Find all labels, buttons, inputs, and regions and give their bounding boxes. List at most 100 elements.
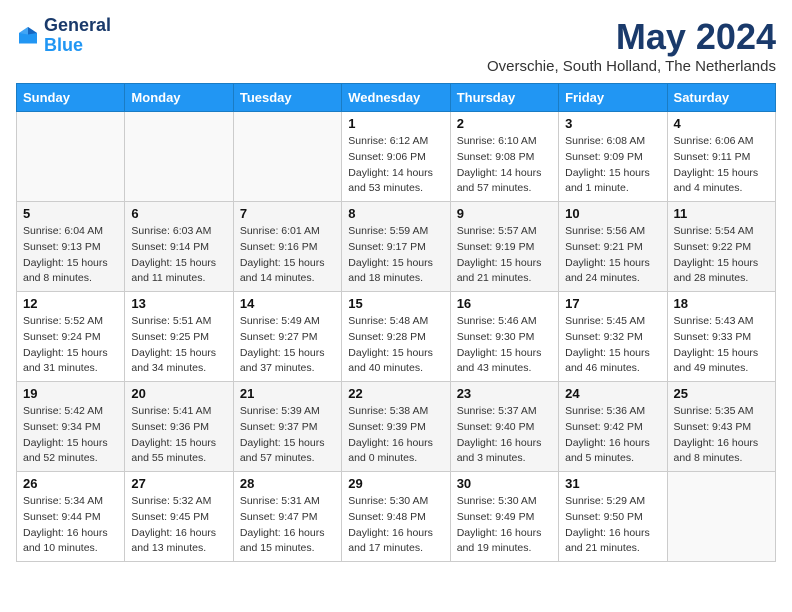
- day-number: 16: [457, 296, 552, 311]
- calendar-body: 1Sunrise: 6:12 AMSunset: 9:06 PMDaylight…: [17, 112, 776, 562]
- calendar-cell: 31 Sunrise: 5:29 AMSunset: 9:50 PMDayligh…: [559, 472, 667, 562]
- logo: General Blue: [16, 16, 111, 56]
- header-monday: Monday: [125, 84, 233, 112]
- calendar-cell: 14 Sunrise: 5:49 AMSunset: 9:27 PMDayligh…: [233, 292, 341, 382]
- week-row-1: 1Sunrise: 6:12 AMSunset: 9:06 PMDaylight…: [17, 112, 776, 202]
- day-number: 2: [457, 116, 552, 131]
- calendar-cell: 30 Sunrise: 5:30 AMSunset: 9:49 PMDayligh…: [450, 472, 558, 562]
- calendar-cell: 12 Sunrise: 5:52 AMSunset: 9:24 PMDayligh…: [17, 292, 125, 382]
- calendar-cell: 28 Sunrise: 5:31 AMSunset: 9:47 PMDayligh…: [233, 472, 341, 562]
- day-number: 6: [131, 206, 226, 221]
- week-row-5: 26 Sunrise: 5:34 AMSunset: 9:44 PMDayligh…: [17, 472, 776, 562]
- week-row-4: 19 Sunrise: 5:42 AMSunset: 9:34 PMDayligh…: [17, 382, 776, 472]
- calendar-cell: 23 Sunrise: 5:37 AMSunset: 9:40 PMDayligh…: [450, 382, 558, 472]
- day-info: Sunrise: 5:30 AMSunset: 9:49 PMDaylight:…: [457, 494, 552, 557]
- day-number: 9: [457, 206, 552, 221]
- day-number: 10: [565, 206, 660, 221]
- day-info: Sunrise: 5:38 AMSunset: 9:39 PMDaylight:…: [348, 404, 443, 467]
- day-info: Sunrise: 5:34 AMSunset: 9:44 PMDaylight:…: [23, 494, 118, 557]
- day-number: 19: [23, 386, 118, 401]
- day-info: Sunrise: 5:29 AMSunset: 9:50 PMDaylight:…: [565, 494, 660, 557]
- day-info: Sunrise: 5:48 AMSunset: 9:28 PMDaylight:…: [348, 314, 443, 377]
- day-number: 30: [457, 476, 552, 491]
- calendar-cell: [667, 472, 775, 562]
- day-info: Sunrise: 5:30 AMSunset: 9:48 PMDaylight:…: [348, 494, 443, 557]
- calendar-cell: 24 Sunrise: 5:36 AMSunset: 9:42 PMDayligh…: [559, 382, 667, 472]
- day-info: Sunrise: 5:52 AMSunset: 9:24 PMDaylight:…: [23, 314, 118, 377]
- day-number: 22: [348, 386, 443, 401]
- calendar-cell: 18Sunrise: 5:43 AMSunset: 9:33 PMDayligh…: [667, 292, 775, 382]
- calendar-cell: 9 Sunrise: 5:57 AMSunset: 9:19 PMDaylight…: [450, 202, 558, 292]
- day-number: 26: [23, 476, 118, 491]
- header-wednesday: Wednesday: [342, 84, 450, 112]
- day-number: 5: [23, 206, 118, 221]
- day-number: 28: [240, 476, 335, 491]
- title-block: May 2024 Overschie, South Holland, The N…: [487, 16, 776, 75]
- calendar-cell: 2 Sunrise: 6:10 AMSunset: 9:08 PMDaylight…: [450, 112, 558, 202]
- logo-icon: [16, 24, 40, 48]
- day-number: 20: [131, 386, 226, 401]
- day-number: 31: [565, 476, 660, 491]
- day-info: Sunrise: 5:35 AMSunset: 9:43 PMDaylight:…: [674, 404, 769, 467]
- day-info: Sunrise: 5:41 AMSunset: 9:36 PMDaylight:…: [131, 404, 226, 467]
- day-number: 13: [131, 296, 226, 311]
- calendar-cell: [17, 112, 125, 202]
- calendar-cell: 15 Sunrise: 5:48 AMSunset: 9:28 PMDayligh…: [342, 292, 450, 382]
- header-tuesday: Tuesday: [233, 84, 341, 112]
- day-info: Sunrise: 5:49 AMSunset: 9:27 PMDaylight:…: [240, 314, 335, 377]
- location-subtitle: Overschie, South Holland, The Netherland…: [487, 58, 776, 75]
- day-info: Sunrise: 6:01 AMSunset: 9:16 PMDaylight:…: [240, 224, 335, 287]
- day-number: 15: [348, 296, 443, 311]
- day-number: 14: [240, 296, 335, 311]
- header-thursday: Thursday: [450, 84, 558, 112]
- day-number: 4: [674, 116, 769, 131]
- day-info: Sunrise: 5:46 AMSunset: 9:30 PMDaylight:…: [457, 314, 552, 377]
- day-number: 17: [565, 296, 660, 311]
- calendar-cell: 16 Sunrise: 5:46 AMSunset: 9:30 PMDayligh…: [450, 292, 558, 382]
- calendar-cell: 10Sunrise: 5:56 AMSunset: 9:21 PMDayligh…: [559, 202, 667, 292]
- day-number: 23: [457, 386, 552, 401]
- calendar-cell: [125, 112, 233, 202]
- calendar-cell: 27Sunrise: 5:32 AMSunset: 9:45 PMDayligh…: [125, 472, 233, 562]
- day-info: Sunrise: 5:32 AMSunset: 9:45 PMDaylight:…: [131, 494, 226, 557]
- day-info: Sunrise: 5:42 AMSunset: 9:34 PMDaylight:…: [23, 404, 118, 467]
- calendar-cell: 20 Sunrise: 5:41 AMSunset: 9:36 PMDayligh…: [125, 382, 233, 472]
- week-row-2: 5 Sunrise: 6:04 AMSunset: 9:13 PMDaylight…: [17, 202, 776, 292]
- day-number: 12: [23, 296, 118, 311]
- calendar-cell: 26 Sunrise: 5:34 AMSunset: 9:44 PMDayligh…: [17, 472, 125, 562]
- day-info: Sunrise: 6:10 AMSunset: 9:08 PMDaylight:…: [457, 134, 552, 197]
- day-number: 25: [674, 386, 769, 401]
- calendar-table: SundayMondayTuesdayWednesdayThursdayFrid…: [16, 83, 776, 562]
- calendar-cell: 17 Sunrise: 5:45 AMSunset: 9:32 PMDayligh…: [559, 292, 667, 382]
- header-friday: Friday: [559, 84, 667, 112]
- day-info: Sunrise: 5:45 AMSunset: 9:32 PMDaylight:…: [565, 314, 660, 377]
- day-info: Sunrise: 5:39 AMSunset: 9:37 PMDaylight:…: [240, 404, 335, 467]
- day-info: Sunrise: 5:31 AMSunset: 9:47 PMDaylight:…: [240, 494, 335, 557]
- day-number: 11: [674, 206, 769, 221]
- header-sunday: Sunday: [17, 84, 125, 112]
- day-number: 29: [348, 476, 443, 491]
- day-number: 24: [565, 386, 660, 401]
- calendar-cell: 21 Sunrise: 5:39 AMSunset: 9:37 PMDayligh…: [233, 382, 341, 472]
- day-info: Sunrise: 5:59 AMSunset: 9:17 PMDaylight:…: [348, 224, 443, 287]
- calendar-cell: 5 Sunrise: 6:04 AMSunset: 9:13 PMDaylight…: [17, 202, 125, 292]
- calendar-cell: 3Sunrise: 6:08 AMSunset: 9:09 PMDaylight…: [559, 112, 667, 202]
- day-info: Sunrise: 6:08 AMSunset: 9:09 PMDaylight:…: [565, 134, 660, 197]
- day-number: 1: [348, 116, 443, 131]
- day-info: Sunrise: 5:37 AMSunset: 9:40 PMDaylight:…: [457, 404, 552, 467]
- day-info: Sunrise: 5:43 AMSunset: 9:33 PMDaylight:…: [674, 314, 769, 377]
- page-header: General Blue May 2024 Overschie, South H…: [16, 16, 776, 75]
- calendar-cell: 7Sunrise: 6:01 AMSunset: 9:16 PMDaylight…: [233, 202, 341, 292]
- calendar-cell: 8Sunrise: 5:59 AMSunset: 9:17 PMDaylight…: [342, 202, 450, 292]
- day-info: Sunrise: 6:03 AMSunset: 9:14 PMDaylight:…: [131, 224, 226, 287]
- header-saturday: Saturday: [667, 84, 775, 112]
- calendar-cell: 29 Sunrise: 5:30 AMSunset: 9:48 PMDayligh…: [342, 472, 450, 562]
- day-info: Sunrise: 6:04 AMSunset: 9:13 PMDaylight:…: [23, 224, 118, 287]
- calendar-cell: 19 Sunrise: 5:42 AMSunset: 9:34 PMDayligh…: [17, 382, 125, 472]
- header-row: SundayMondayTuesdayWednesdayThursdayFrid…: [17, 84, 776, 112]
- day-number: 21: [240, 386, 335, 401]
- calendar-header: SundayMondayTuesdayWednesdayThursdayFrid…: [17, 84, 776, 112]
- calendar-cell: 4Sunrise: 6:06 AMSunset: 9:11 PMDaylight…: [667, 112, 775, 202]
- day-info: Sunrise: 5:57 AMSunset: 9:19 PMDaylight:…: [457, 224, 552, 287]
- day-info: Sunrise: 5:36 AMSunset: 9:42 PMDaylight:…: [565, 404, 660, 467]
